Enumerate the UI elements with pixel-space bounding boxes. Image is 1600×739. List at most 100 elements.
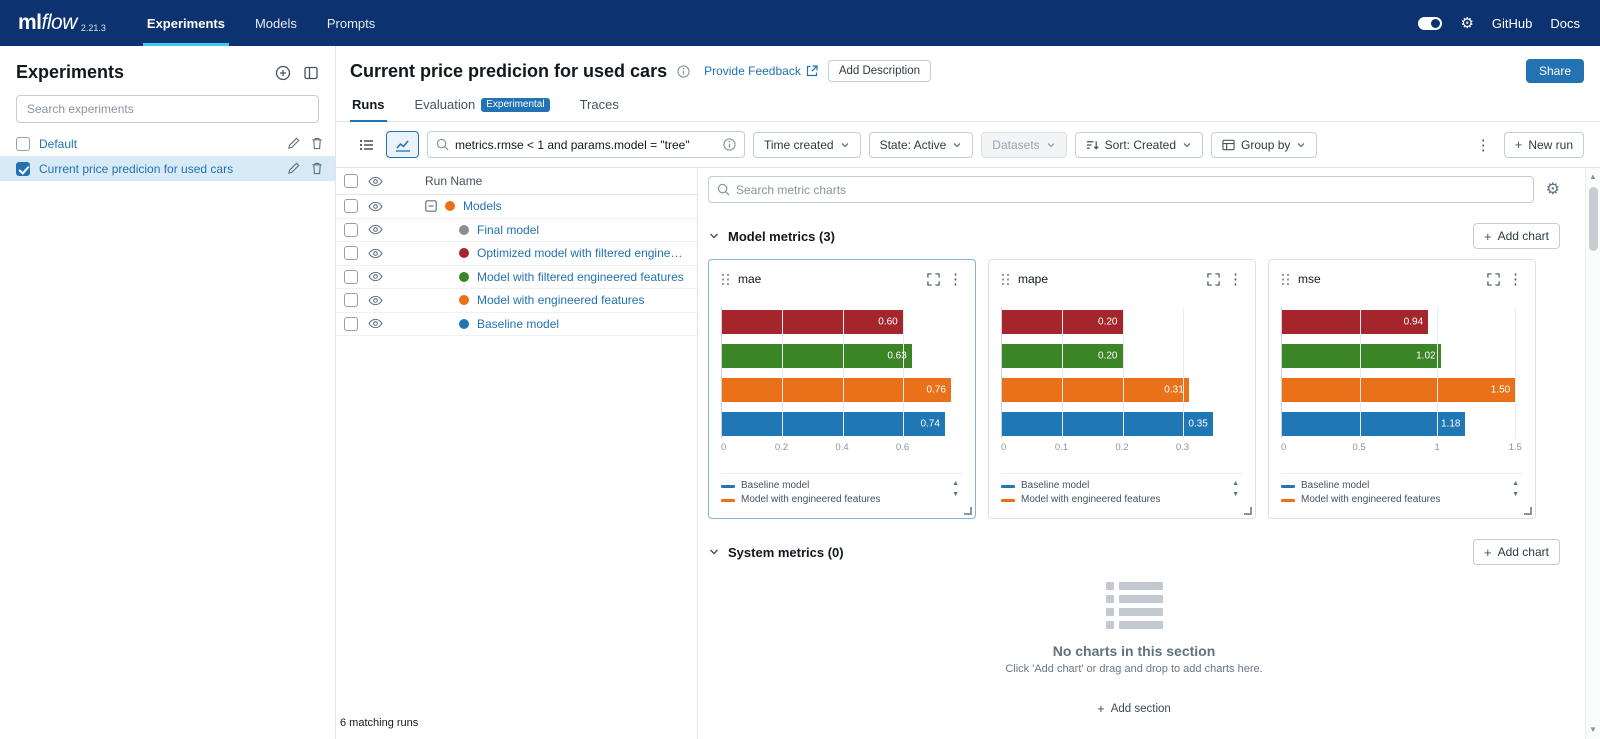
chart-bar[interactable]: 0.60	[722, 310, 903, 334]
legend-label[interactable]: Baseline model	[741, 480, 809, 492]
visibility-eye-icon[interactable]	[368, 224, 383, 235]
drag-handle-icon[interactable]	[1001, 273, 1010, 286]
state-dropdown[interactable]: State: Active	[869, 132, 974, 158]
time-created-dropdown[interactable]: Time created	[753, 132, 861, 158]
resize-handle-icon[interactable]	[1524, 507, 1532, 515]
scroll-up-icon[interactable]: ▲	[1589, 172, 1597, 182]
visibility-eye-icon[interactable]	[368, 271, 383, 282]
legend-scroll-down-icon[interactable]: ▼	[1232, 491, 1239, 498]
fullscreen-icon[interactable]	[927, 273, 940, 286]
mlflow-logo[interactable]: mlflow 2.21.3	[18, 0, 106, 46]
legend-item[interactable]: Model with engineered features	[721, 494, 952, 506]
theme-toggle-icon[interactable]	[1418, 17, 1442, 30]
fullscreen-icon[interactable]	[1487, 273, 1500, 286]
charts-settings-gear-icon[interactable]: ⚙	[1546, 182, 1560, 198]
add-description-button[interactable]: Add Description	[828, 60, 931, 82]
legend-scroll-up-icon[interactable]: ▲	[1232, 480, 1239, 487]
fullscreen-icon[interactable]	[1207, 273, 1220, 286]
run-checkbox[interactable]	[344, 246, 358, 260]
nav-item-models[interactable]: Models	[240, 0, 312, 46]
chart-bar[interactable]: 0.63	[722, 344, 912, 368]
docs-link[interactable]: Docs	[1550, 16, 1580, 31]
visibility-eye-icon[interactable]	[368, 318, 383, 329]
nav-item-prompts[interactable]: Prompts	[312, 0, 390, 46]
legend-label[interactable]: Model with engineered features	[741, 494, 881, 506]
run-checkbox[interactable]	[344, 223, 358, 237]
collapse-panel-icon[interactable]	[303, 65, 319, 81]
legend-scroll-down-icon[interactable]: ▼	[1512, 491, 1519, 498]
run-checkbox[interactable]	[344, 270, 358, 284]
legend-scroll-down-icon[interactable]: ▼	[952, 491, 959, 498]
settings-gear-icon[interactable]: ⚙	[1460, 16, 1473, 31]
new-run-button[interactable]: + New run	[1504, 132, 1584, 158]
run-name-link[interactable]: Model with engineered features	[477, 293, 644, 307]
metric-chart-card-mae[interactable]: mae ⋮ 0.600.630.760.74 00.20.40.6	[708, 259, 976, 519]
visibility-eye-icon[interactable]	[368, 176, 383, 187]
delete-trash-icon[interactable]	[311, 137, 323, 150]
drag-handle-icon[interactable]	[721, 273, 730, 286]
visibility-eye-icon[interactable]	[368, 201, 383, 212]
metric-chart-card-mape[interactable]: mape ⋮ 0.200.200.310.35 00.10.20.3	[988, 259, 1256, 519]
experiment-checkbox[interactable]	[16, 137, 30, 151]
chart-bar[interactable]: 0.76	[722, 378, 951, 402]
legend-label[interactable]: Baseline model	[1301, 480, 1369, 492]
tab-runs[interactable]: Runs	[350, 90, 387, 122]
chart-bar[interactable]: 1.50	[1282, 378, 1515, 402]
legend-label[interactable]: Baseline model	[1021, 480, 1089, 492]
chart-bar[interactable]: 0.35	[1002, 412, 1213, 436]
sort-dropdown[interactable]: Sort: Created	[1075, 132, 1203, 158]
legend-item[interactable]: Baseline model	[1281, 480, 1512, 492]
run-row[interactable]: Baseline model	[336, 313, 697, 337]
run-row[interactable]: Models	[336, 195, 697, 219]
resize-handle-icon[interactable]	[1244, 507, 1252, 515]
experiment-list-item-default[interactable]: Default	[0, 131, 335, 156]
scrollbar-thumb[interactable]	[1589, 187, 1598, 251]
visibility-eye-icon[interactable]	[368, 248, 383, 259]
experiments-search-input[interactable]	[16, 95, 319, 123]
metric-charts-search-input[interactable]	[736, 183, 1525, 197]
legend-scroll-up-icon[interactable]: ▲	[1512, 480, 1519, 487]
search-info-icon[interactable]	[723, 138, 736, 151]
run-checkbox[interactable]	[344, 199, 358, 213]
scroll-down-icon[interactable]: ▼	[1589, 725, 1597, 735]
chart-bar[interactable]: 1.02	[1282, 344, 1441, 368]
vertical-scrollbar[interactable]: ▲ ▼	[1585, 168, 1600, 739]
run-name-link[interactable]: Optimized model with filtered engineered…	[477, 246, 689, 260]
edit-pencil-icon[interactable]	[287, 137, 300, 150]
select-all-checkbox[interactable]	[344, 174, 358, 188]
delete-trash-icon[interactable]	[311, 162, 323, 175]
run-name-link[interactable]: Final model	[477, 223, 539, 237]
legend-label[interactable]: Model with engineered features	[1301, 494, 1441, 506]
datasets-dropdown[interactable]: Datasets	[981, 132, 1066, 158]
legend-item[interactable]: Baseline model	[721, 480, 952, 492]
chevron-down-icon[interactable]	[708, 546, 720, 558]
run-name-link[interactable]: Model with filtered engineered features	[477, 270, 684, 284]
run-name-link[interactable]: Baseline model	[477, 317, 559, 331]
legend-scroll-up-icon[interactable]: ▲	[952, 480, 959, 487]
run-row[interactable]: Model with engineered features	[336, 289, 697, 313]
experiment-name-link[interactable]: Default	[39, 137, 278, 151]
legend-label[interactable]: Model with engineered features	[1021, 494, 1161, 506]
add-section-button[interactable]: + Add section	[1097, 701, 1171, 716]
chevron-down-icon[interactable]	[708, 230, 720, 242]
share-button[interactable]: Share	[1526, 59, 1584, 83]
legend-item[interactable]: Model with engineered features	[1001, 494, 1232, 506]
chart-menu-icon[interactable]: ⋮	[948, 270, 963, 288]
create-experiment-icon[interactable]	[275, 65, 291, 81]
legend-item[interactable]: Model with engineered features	[1281, 494, 1512, 506]
provide-feedback-link[interactable]: Provide Feedback	[704, 64, 818, 78]
run-row[interactable]: Model with filtered engineered features	[336, 266, 697, 290]
experiment-checkbox-checked[interactable]	[16, 162, 30, 176]
edit-pencil-icon[interactable]	[287, 162, 300, 175]
chart-bar[interactable]: 0.94	[1282, 310, 1428, 334]
chart-bar[interactable]: 0.31	[1002, 378, 1189, 402]
run-checkbox[interactable]	[344, 317, 358, 331]
github-link[interactable]: GitHub	[1492, 16, 1532, 31]
toolbar-overflow-menu-icon[interactable]: ⋮	[1471, 136, 1496, 154]
legend-item[interactable]: Baseline model	[1001, 480, 1232, 492]
add-chart-button[interactable]: + Add chart	[1473, 539, 1560, 565]
runs-search-input[interactable]	[455, 138, 717, 152]
info-icon[interactable]	[677, 65, 690, 78]
nav-item-experiments[interactable]: Experiments	[132, 0, 240, 46]
group-by-dropdown[interactable]: Group by	[1211, 132, 1317, 158]
